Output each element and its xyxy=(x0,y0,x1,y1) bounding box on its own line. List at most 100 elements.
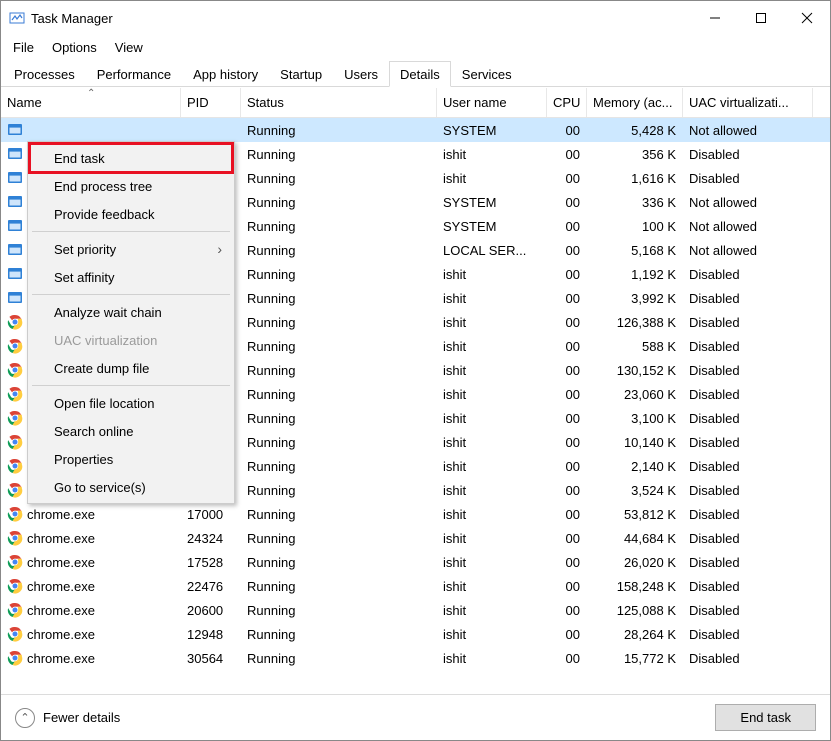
process-cpu: 00 xyxy=(547,459,587,474)
chrome-icon xyxy=(7,530,23,546)
process-cpu: 00 xyxy=(547,651,587,666)
menu-view[interactable]: View xyxy=(107,38,151,57)
process-user: LOCAL SER... xyxy=(437,243,547,258)
tab-startup[interactable]: Startup xyxy=(269,61,333,87)
process-status: Running xyxy=(241,411,437,426)
maximize-button[interactable] xyxy=(738,2,784,34)
menu-options[interactable]: Options xyxy=(44,38,105,57)
process-uac: Disabled xyxy=(683,147,813,162)
chrome-icon xyxy=(7,314,23,330)
col-header-uac[interactable]: UAC virtualizati... xyxy=(683,88,813,117)
process-memory: 125,088 K xyxy=(587,603,683,618)
tab-app-history[interactable]: App history xyxy=(182,61,269,87)
col-header-pid[interactable]: PID xyxy=(181,88,241,117)
process-uac: Not allowed xyxy=(683,219,813,234)
table-row[interactable]: chrome.exe12948Runningishit0028,264 KDis… xyxy=(1,622,830,646)
ctx-end-process-tree[interactable]: End process tree xyxy=(30,172,232,200)
ctx-open-file-location[interactable]: Open file location xyxy=(30,389,232,417)
end-task-button[interactable]: End task xyxy=(715,704,816,731)
ctx-provide-feedback[interactable]: Provide feedback xyxy=(30,200,232,228)
chrome-icon xyxy=(7,338,23,354)
process-name: chrome.exe xyxy=(27,651,95,666)
process-name: chrome.exe xyxy=(27,579,95,594)
process-cpu: 00 xyxy=(547,291,587,306)
process-uac: Disabled xyxy=(683,483,813,498)
process-cpu: 00 xyxy=(547,339,587,354)
sort-indicator-icon: ⌃ xyxy=(87,88,95,99)
fewer-details-button[interactable]: ⌃ Fewer details xyxy=(15,708,120,728)
process-user: ishit xyxy=(437,651,547,666)
process-pid: 24324 xyxy=(181,531,241,546)
process-pid: 20600 xyxy=(181,603,241,618)
process-memory: 1,616 K xyxy=(587,171,683,186)
process-cpu: 00 xyxy=(547,123,587,138)
titlebar: Task Manager xyxy=(1,1,830,35)
window-title: Task Manager xyxy=(31,11,113,26)
tab-processes[interactable]: Processes xyxy=(3,61,86,87)
process-cpu: 00 xyxy=(547,603,587,618)
close-button[interactable] xyxy=(784,2,830,34)
process-cpu: 00 xyxy=(547,555,587,570)
process-uac: Not allowed xyxy=(683,243,813,258)
ctx-create-dump-file[interactable]: Create dump file xyxy=(30,354,232,382)
tab-users[interactable]: Users xyxy=(333,61,389,87)
chrome-icon xyxy=(7,578,23,594)
ctx-set-priority[interactable]: Set priority xyxy=(30,235,232,263)
table-row[interactable]: chrome.exe17528Runningishit0026,020 KDis… xyxy=(1,550,830,574)
chrome-icon xyxy=(7,602,23,618)
col-header-memory[interactable]: Memory (ac... xyxy=(587,88,683,117)
menubar: File Options View xyxy=(1,35,830,59)
col-header-user[interactable]: User name xyxy=(437,88,547,117)
process-user: ishit xyxy=(437,291,547,306)
process-user: SYSTEM xyxy=(437,219,547,234)
process-cpu: 00 xyxy=(547,171,587,186)
ctx-analyze-wait-chain[interactable]: Analyze wait chain xyxy=(30,298,232,326)
process-memory: 2,140 K xyxy=(587,459,683,474)
tab-performance[interactable]: Performance xyxy=(86,61,182,87)
ctx-properties[interactable]: Properties xyxy=(30,445,232,473)
col-header-cpu[interactable]: CPU xyxy=(547,88,587,117)
process-uac: Disabled xyxy=(683,267,813,282)
context-menu: End task End process tree Provide feedba… xyxy=(27,141,235,504)
process-cpu: 00 xyxy=(547,483,587,498)
table-row[interactable]: chrome.exe24324Runningishit0044,684 KDis… xyxy=(1,526,830,550)
process-status: Running xyxy=(241,651,437,666)
process-cpu: 00 xyxy=(547,243,587,258)
ctx-search-online[interactable]: Search online xyxy=(30,417,232,445)
process-name: chrome.exe xyxy=(27,507,95,522)
process-name: chrome.exe xyxy=(27,555,95,570)
ctx-go-to-services[interactable]: Go to service(s) xyxy=(30,473,232,501)
minimize-button[interactable] xyxy=(692,2,738,34)
process-memory: 100 K xyxy=(587,219,683,234)
process-status: Running xyxy=(241,315,437,330)
chrome-icon xyxy=(7,434,23,450)
table-row[interactable]: chrome.exe17000Runningishit0053,812 KDis… xyxy=(1,502,830,526)
process-user: ishit xyxy=(437,147,547,162)
process-memory: 3,100 K xyxy=(587,411,683,426)
process-status: Running xyxy=(241,627,437,642)
titlebar-left: Task Manager xyxy=(9,10,113,26)
table-row[interactable]: chrome.exe30564Runningishit0015,772 KDis… xyxy=(1,646,830,670)
process-user: ishit xyxy=(437,339,547,354)
process-pid: 17528 xyxy=(181,555,241,570)
process-memory: 23,060 K xyxy=(587,387,683,402)
tab-details[interactable]: Details xyxy=(389,61,451,87)
process-status: Running xyxy=(241,291,437,306)
table-row[interactable]: chrome.exe22476Runningishit00158,248 KDi… xyxy=(1,574,830,598)
col-header-status[interactable]: Status xyxy=(241,88,437,117)
process-user: ishit xyxy=(437,507,547,522)
table-row[interactable]: RunningSYSTEM005,428 KNot allowed xyxy=(1,118,830,142)
table-row[interactable]: chrome.exe20600Runningishit00125,088 KDi… xyxy=(1,598,830,622)
tab-services[interactable]: Services xyxy=(451,61,523,87)
process-uac: Not allowed xyxy=(683,123,813,138)
ctx-end-task[interactable]: End task xyxy=(30,144,232,172)
menu-file[interactable]: File xyxy=(5,38,42,57)
process-status: Running xyxy=(241,171,437,186)
process-uac: Disabled xyxy=(683,387,813,402)
ctx-set-affinity[interactable]: Set affinity xyxy=(30,263,232,291)
footer: ⌃ Fewer details End task xyxy=(1,694,830,740)
app-window-icon xyxy=(7,290,23,306)
app-window-icon xyxy=(7,194,23,210)
process-uac: Disabled xyxy=(683,339,813,354)
process-user: ishit xyxy=(437,363,547,378)
